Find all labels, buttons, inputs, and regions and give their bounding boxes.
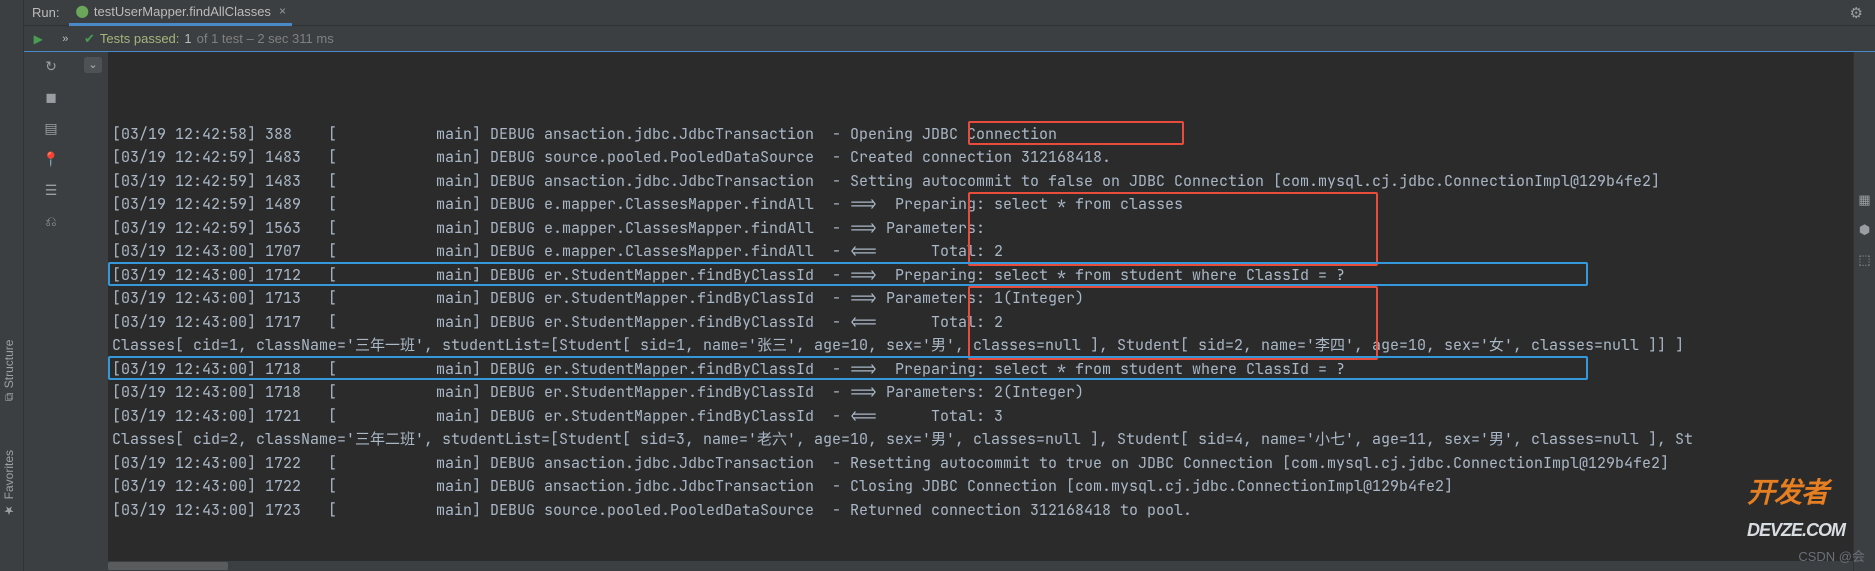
console-line: [03/19 12:43:00] 1713 [ main] DEBUG er.S… xyxy=(112,287,1853,311)
run-side-tools: ↻ ◼ ▤ 📍 ☰ ⎌ xyxy=(24,52,78,571)
console-line: [03/19 12:43:00] 1707 [ main] DEBUG e.ma… xyxy=(112,240,1853,264)
run-tab-bar: Run: ⬤ testUserMapper.findAllClasses × ⚙ xyxy=(24,0,1875,26)
export-icon[interactable]: ☰ xyxy=(45,182,58,199)
check-icon: ✔ xyxy=(84,31,95,47)
collapse-icon[interactable]: ⌄ xyxy=(84,57,102,73)
close-icon[interactable]: × xyxy=(279,4,286,18)
passed-count: 1 xyxy=(184,31,191,46)
db-icon[interactable]: ▦ xyxy=(1858,192,1870,208)
console-line: [03/19 12:43:00] 1712 [ main] DEBUG er.S… xyxy=(112,264,1853,288)
rerun-icon[interactable]: ↻ xyxy=(45,58,57,75)
test-tree: ⌄ xyxy=(78,52,108,571)
ant-icon[interactable]: ⬚ xyxy=(1858,252,1870,268)
gear-icon[interactable]: ⚙ xyxy=(1850,4,1863,22)
test-icon: ⬤ xyxy=(75,4,88,18)
console-line: Classes[ cid=1, className='三年一班', studen… xyxy=(112,334,1853,358)
console-line: [03/19 12:42:58] 388 [ main] DEBUG ansac… xyxy=(112,123,1853,147)
layout-icon[interactable]: ▤ xyxy=(44,120,57,137)
console-line: [03/19 12:43:00] 1718 [ main] DEBUG er.S… xyxy=(112,381,1853,405)
run-label: Run: xyxy=(32,5,59,20)
console-line: [03/19 12:43:00] 1722 [ main] DEBUG ansa… xyxy=(112,452,1853,476)
test-status: ✔ Tests passed: 1 of 1 test – 2 sec 311 … xyxy=(78,31,334,47)
console-line: [03/19 12:43:00] 1722 [ main] DEBUG ansa… xyxy=(112,475,1853,499)
star-icon: ★ xyxy=(2,503,16,517)
play-icon[interactable]: ▶ xyxy=(34,32,43,46)
structure-icon: ⧉ xyxy=(2,393,16,402)
tab-title: testUserMapper.findAllClasses xyxy=(94,4,271,19)
horizontal-scrollbar[interactable] xyxy=(108,561,1853,571)
console-line: [03/19 12:43:00] 1721 [ main] DEBUG er.S… xyxy=(112,405,1853,429)
exit-icon[interactable]: ⎌ xyxy=(45,213,56,230)
console-line: [03/19 12:43:00] 1723 [ main] DEBUG sour… xyxy=(112,499,1853,523)
pin-icon[interactable]: 📍 xyxy=(42,151,59,168)
console-line: [03/19 12:42:59] 1483 [ main] DEBUG sour… xyxy=(112,146,1853,170)
test-toolbar: ▶ » ✔ Tests passed: 1 of 1 test – 2 sec … xyxy=(24,26,1875,52)
maven-icon[interactable]: ⬢ xyxy=(1859,222,1870,238)
passed-label: Tests passed: xyxy=(100,31,180,46)
favorites-tool-window[interactable]: ★ Favorites xyxy=(2,450,16,517)
console-output[interactable]: [03/19 12:42:58] 388 [ main] DEBUG ansac… xyxy=(108,52,1853,571)
console-line: [03/19 12:42:59] 1489 [ main] DEBUG e.ma… xyxy=(112,193,1853,217)
passed-suffix: of 1 test – 2 sec 311 ms xyxy=(197,31,334,46)
right-tool-gutter: ▦ ⬢ ⬚ xyxy=(1853,52,1875,571)
console-line: Classes[ cid=2, className='三年二班', studen… xyxy=(112,428,1853,452)
stop-icon[interactable]: ◼ xyxy=(45,89,57,106)
console-line: [03/19 12:43:00] 1718 [ main] DEBUG er.S… xyxy=(112,358,1853,382)
arrow-right-icon[interactable]: » xyxy=(62,33,68,45)
structure-tool-window[interactable]: ⧉ Structure xyxy=(2,340,16,401)
console-line: [03/19 12:43:00] 1717 [ main] DEBUG er.S… xyxy=(112,311,1853,335)
watermark-text: CSDN @会 xyxy=(1798,546,1865,565)
run-tab[interactable]: ⬤ testUserMapper.findAllClasses × xyxy=(69,0,291,26)
console-line: [03/19 12:42:59] 1483 [ main] DEBUG ansa… xyxy=(112,170,1853,194)
console-line: [03/19 12:42:59] 1563 [ main] DEBUG e.ma… xyxy=(112,217,1853,241)
